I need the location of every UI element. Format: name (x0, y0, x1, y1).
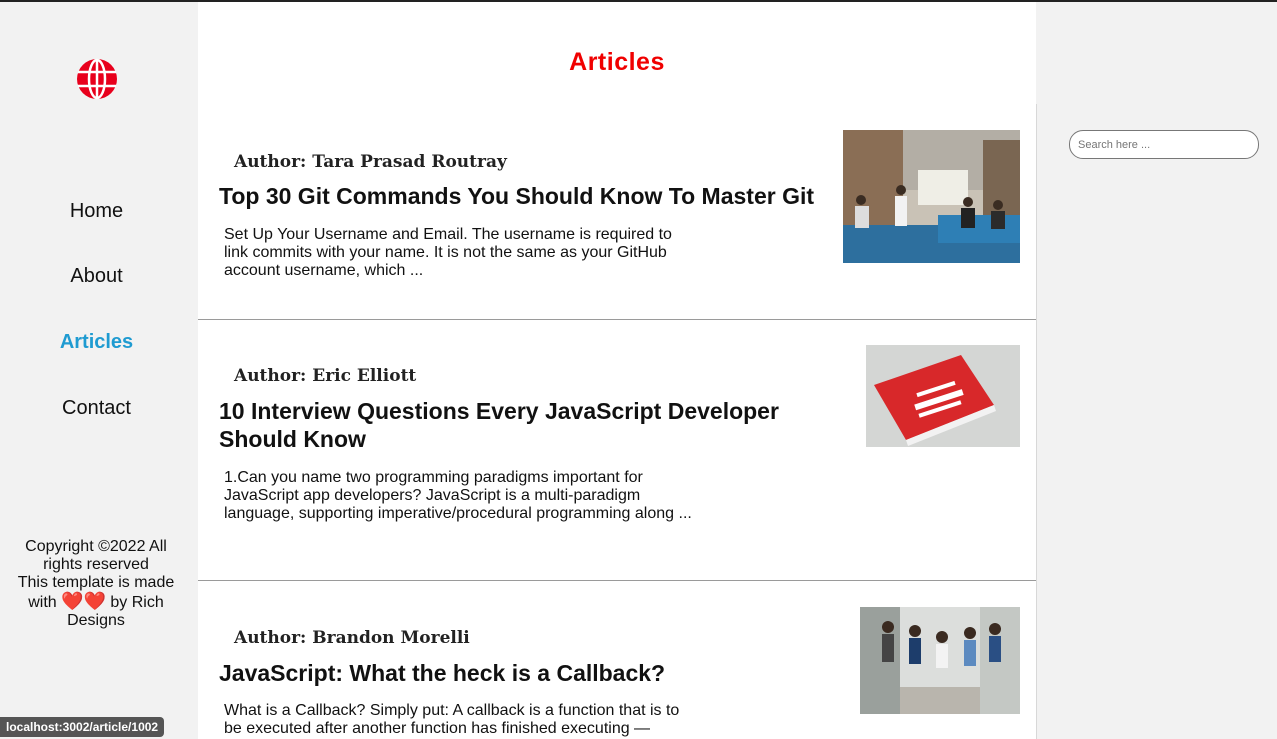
article-image[interactable] (860, 607, 1020, 714)
sidebar: Home About Articles Contact Copyright ©2… (0, 2, 197, 739)
article-author: Author: Brandon Morelli (234, 628, 470, 648)
article-image[interactable] (866, 345, 1020, 447)
nav-contact[interactable]: Contact (0, 397, 193, 420)
right-panel (1036, 2, 1277, 739)
nav-home[interactable]: Home (0, 200, 193, 223)
copyright-line: Copyright ©2022 All rights reserved (25, 538, 167, 573)
search-input[interactable] (1069, 130, 1259, 159)
heart-icon: ❤️❤️ (61, 591, 106, 611)
article-excerpt: What is a Callback? Simply put: A callba… (224, 702, 680, 737)
article-card[interactable]: Author: Tara Prasad Routray Top 30 Git C… (198, 106, 1036, 320)
globe-icon[interactable] (76, 58, 118, 100)
article-card[interactable]: Author: Eric Elliott 10 Interview Questi… (198, 320, 1036, 581)
made-with-line: This template is made with ❤️❤️ by Rich … (8, 574, 184, 630)
nav-about[interactable]: About (0, 265, 193, 288)
main-content: Articles Author: Tara Prasad Routray Top… (198, 2, 1036, 739)
article-image[interactable] (843, 130, 1020, 263)
status-url: localhost:3002/article/1002 (0, 717, 165, 737)
article-title[interactable]: Top 30 Git Commands You Should Know To M… (219, 182, 839, 210)
article-excerpt: Set Up Your Username and Email. The user… (224, 226, 672, 279)
article-title[interactable]: 10 Interview Questions Every JavaScript … (219, 397, 819, 453)
nav-articles[interactable]: Articles (0, 331, 193, 354)
article-excerpt: 1.Can you name two programming paradigms… (224, 469, 692, 522)
article-author: Author: Eric Elliott (234, 366, 417, 386)
divider (1036, 104, 1037, 739)
copyright-text: Copyright ©2022 All rights reserved This… (8, 538, 184, 630)
article-author: Author: Tara Prasad Routray (234, 152, 507, 172)
article-title[interactable]: JavaScript: What the heck is a Callback? (219, 659, 839, 687)
article-card[interactable]: Author: Brandon Morelli JavaScript: What… (198, 581, 1036, 739)
page-title: Articles (569, 48, 665, 76)
